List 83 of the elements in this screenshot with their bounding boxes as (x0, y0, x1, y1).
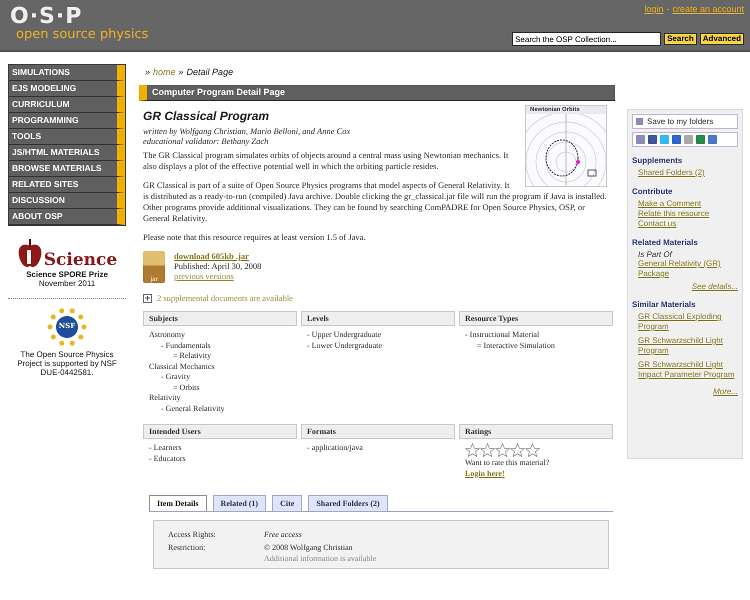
award-text: Science SPORE Prize (26, 270, 108, 279)
nav-item[interactable]: TOOLS (9, 129, 125, 145)
expand-icon[interactable] (143, 294, 152, 302)
rating-prompt: Want to rate this material? (465, 458, 550, 468)
nav-item[interactable]: RELATED SITES (9, 177, 125, 193)
home-link[interactable]: home (153, 67, 176, 77)
sidebar-link[interactable]: Make a Comment (638, 199, 702, 209)
tab[interactable]: Related (1) (212, 495, 266, 511)
sidebar-link[interactable]: General Relativity (GR) Package (638, 259, 738, 279)
tab[interactable]: Item Details (149, 495, 207, 511)
nav-item[interactable]: DISCUSSION (9, 193, 125, 209)
facet-item: - Gravity (160, 372, 190, 382)
authors-text: written by Wolfgang Christian, Mario Belloni, and Anne Cox (143, 126, 352, 136)
facet-heading: Subjects (143, 311, 297, 326)
section-title-bar: Computer Program Detail Page (139, 85, 615, 101)
supplemental-link[interactable]: 2 supplemental documents are available (157, 293, 293, 303)
award-text: The Open Source Physics Project is supported by NSF DUE-0442581. (16, 350, 118, 377)
facet-item: = Relativity (172, 351, 212, 362)
facet-item: - Lower Undergraduate (307, 340, 382, 351)
sidebar-link[interactable]: GR Classical Exploding Program (638, 312, 738, 332)
nav-item[interactable]: BROWSE MATERIALS (9, 161, 125, 177)
sidebar-heading: Supplements (632, 156, 682, 165)
logo-mark: O·S·P (10, 6, 84, 28)
link-separator: - (666, 4, 670, 14)
facet-item: - Instructional Material (465, 330, 540, 340)
previous-versions-link[interactable]: previous versions (174, 271, 262, 281)
detail-value: © 2008 Wolfgang Christian (264, 542, 354, 553)
nav-item[interactable]: ABOUT OSP (9, 209, 125, 225)
facet-item: = Orbits (172, 382, 200, 393)
sidebar-link[interactable]: GR Schwarzschild Light Impact Parameter Program (638, 360, 738, 380)
sidebar-link[interactable]: Shared Folders (2) (638, 168, 705, 178)
login-here-link[interactable]: Login here! (465, 468, 505, 479)
description-paragraph: The GR Classical program simulates orbits of objects around a central mass using Newtonian mechanics. It also displays a plot of the effective potential well in which the orbiting particle resides. (143, 150, 510, 172)
advanced-button[interactable]: Advanced (700, 33, 744, 45)
published-date: Published: April 30, 2008 (174, 261, 262, 271)
breadcrumb-current: Detail Page (186, 67, 234, 77)
more-link[interactable]: More... (713, 387, 738, 396)
sidebar-heading: Contribute (632, 187, 672, 196)
tab[interactable]: Shared Folders (2) (308, 495, 388, 511)
detail-value: Free access (264, 529, 302, 540)
facet-heading: Intended Users (143, 424, 297, 439)
detail-note: Additional information is available (264, 553, 376, 564)
search-field[interactable]: Search the OSP Collection... (512, 32, 662, 46)
facet-heading: Ratings (459, 424, 613, 439)
validator-text: educational validator: Bethany Zach (143, 136, 270, 146)
nav-item[interactable]: SIMULATIONS (9, 65, 125, 81)
facet-heading: Levels (301, 311, 455, 326)
facet-heading: Resource Types (459, 311, 613, 326)
sidebar-link[interactable]: GR Schwarzschild Light Program (638, 336, 738, 356)
apple-science-logo: Science (16, 238, 118, 270)
nav-item[interactable]: CURRICULUM (9, 97, 125, 113)
nav-item[interactable]: PROGRAMMING (9, 113, 125, 129)
sidebar-heading: Similar Materials (632, 300, 696, 309)
rating-stars[interactable] (465, 443, 540, 458)
facet-item: - Learners (149, 443, 182, 454)
tab[interactable]: Cite (272, 495, 302, 511)
facet-item: Classical Mechanics (149, 362, 215, 372)
detail-label: Restriction: (168, 542, 206, 554)
search-button[interactable]: Search (664, 33, 697, 45)
nav-item[interactable]: JS/HTML MATERIALS (9, 145, 125, 161)
save-to-folders-button[interactable]: Save to my folders (632, 114, 738, 129)
breadcrumb-separator: » (178, 67, 184, 77)
more-link[interactable]: See details... (692, 282, 738, 291)
award-text: November 2011 (38, 279, 96, 288)
facet-heading: Formats (301, 424, 455, 439)
facet-item: - Fundamentals (160, 340, 211, 351)
breadcrumb-separator: » (145, 67, 150, 77)
sidebar-note: Is Part Of (638, 250, 672, 259)
facet-item: - Educators (149, 454, 186, 464)
facet-item: = Interactive Simulation (476, 340, 555, 351)
download-link[interactable]: download 605kb .jar (174, 251, 262, 261)
description-paragraph: Please note that this resource requires at least version 1.5 of Java. (143, 232, 367, 243)
sidebar-heading: Related Materials (632, 238, 698, 247)
detail-label: Access Rights: (168, 529, 217, 540)
facet-item: - Upper Undergraduate (307, 330, 382, 340)
facet-item: Astronomy (149, 330, 185, 340)
logo-text: open source physics (16, 28, 148, 42)
sidebar-link[interactable]: Contact us (638, 219, 676, 229)
facet-item: Relativity (149, 393, 181, 404)
nav-item[interactable]: EJS MODELING (9, 81, 125, 97)
sidebar-link[interactable]: Relate this resource (638, 209, 710, 219)
facet-item: - General Relativity (160, 404, 225, 414)
facet-item: - application/java (307, 443, 363, 454)
